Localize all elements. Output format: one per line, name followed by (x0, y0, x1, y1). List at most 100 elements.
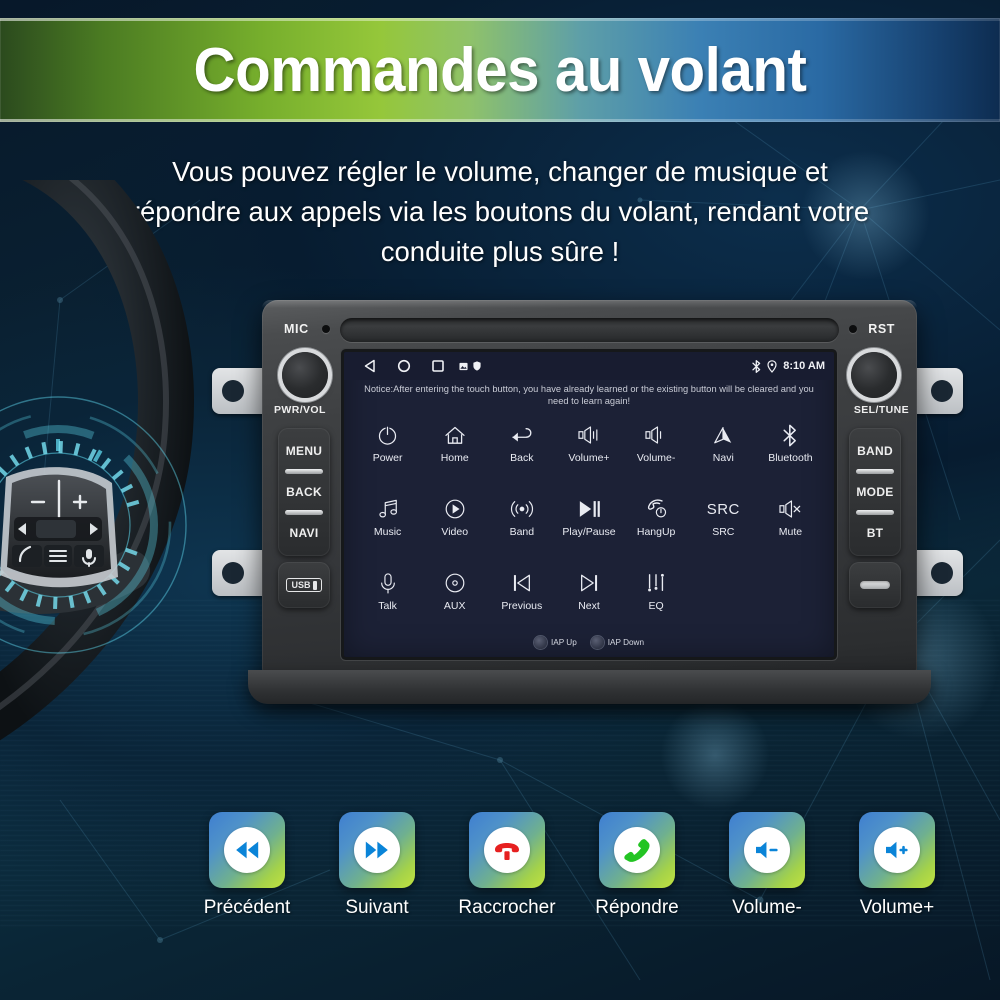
legend-label: Volume+ (859, 897, 935, 918)
iap-down-label: IAP Down (607, 638, 645, 647)
power-volume-knob[interactable] (282, 352, 328, 398)
button-hangup[interactable]: HangUp (623, 489, 690, 563)
hangup-phone-icon (644, 496, 668, 522)
button-video[interactable]: Video (421, 489, 488, 563)
status-bar-tray (459, 361, 481, 371)
status-bar-nav-group (353, 359, 481, 373)
button-volume-down[interactable]: Volume- (623, 415, 690, 489)
back-button[interactable]: BACK (278, 475, 330, 509)
button-label: Home (440, 452, 469, 464)
bracket-hole (222, 562, 244, 584)
volume-down-icon (756, 841, 778, 859)
function-button-grid: Power Home Back Volume+ Volume- Navi Blu… (344, 409, 834, 637)
back-arrow-icon (510, 422, 534, 448)
menu-button[interactable]: MENU (278, 434, 330, 468)
touchscreen-display[interactable]: 8:10 AM Notice:After entering the touch … (344, 352, 834, 657)
button-talk[interactable]: Talk (354, 563, 421, 637)
button-label: Volume+ (568, 452, 610, 464)
select-tune-knob-label: SEL/TUNE (853, 404, 909, 416)
legend-tile[interactable] (209, 812, 285, 888)
left-button-stack: MENU BACK NAVI (278, 428, 330, 556)
button-next[interactable]: Next (555, 563, 622, 637)
legend-item-hangup[interactable]: Raccrocher (458, 812, 556, 919)
button-volume-up[interactable]: Volume+ (555, 415, 622, 489)
button-band[interactable]: Band (488, 489, 555, 563)
button-divider (285, 469, 323, 474)
legend-tile[interactable] (859, 812, 935, 888)
rewind-icon (236, 841, 259, 859)
disc-slot[interactable] (340, 318, 839, 342)
volume-up-icon (577, 422, 601, 448)
bluetooth-icon (782, 422, 798, 448)
button-navi[interactable]: Navi (690, 415, 757, 489)
reset-pinhole-icon[interactable] (849, 325, 857, 333)
legend-item-next[interactable]: Suivant (330, 812, 424, 919)
reset-label: RST (868, 322, 895, 336)
legend-item-previous[interactable]: Précédent (200, 812, 294, 919)
button-power[interactable]: Power (354, 415, 421, 489)
legend-tile[interactable] (729, 812, 805, 888)
answer-phone-icon (624, 839, 650, 862)
iap-down-dot-icon (590, 636, 604, 649)
title-banner: Commandes au volant (0, 18, 1000, 122)
button-home[interactable]: Home (421, 415, 488, 489)
button-label: Band (509, 526, 535, 538)
memory-card-slot[interactable] (849, 562, 901, 608)
volume-down-icon (644, 422, 668, 448)
hangup-phone-icon (495, 842, 519, 860)
mode-button[interactable]: MODE (849, 475, 901, 509)
legend-tile[interactable] (469, 812, 545, 888)
stereo-chassis: MIC RST PWR/VOL SEL/TUNE MENU BACK NAVI … (248, 300, 931, 704)
home-circle-icon[interactable] (387, 359, 421, 373)
button-label: Talk (378, 600, 397, 612)
button-mute[interactable]: Mute (757, 489, 824, 563)
recents-square-icon[interactable] (421, 359, 455, 373)
legend-item-answer[interactable]: Répondre (590, 812, 684, 919)
button-back[interactable]: Back (488, 415, 555, 489)
android-status-bar: 8:10 AM (344, 352, 834, 380)
navigation-arrow-icon (712, 422, 734, 448)
button-previous[interactable]: Previous (488, 563, 555, 637)
radio-wave-icon (510, 496, 534, 522)
bt-button[interactable]: BT (849, 516, 901, 550)
legend-item-volume-down[interactable]: Volume- (720, 812, 814, 919)
legend-tile[interactable] (339, 812, 415, 888)
icon-puck (354, 827, 400, 873)
button-label: Navi (712, 452, 734, 464)
button-divider (285, 510, 323, 515)
button-src[interactable]: SRC SRC (690, 489, 757, 563)
band-button[interactable]: BAND (849, 434, 901, 468)
select-tune-knob[interactable] (851, 352, 897, 398)
background-glow (660, 700, 770, 810)
usb-button[interactable]: USB (278, 562, 330, 608)
button-play-pause[interactable]: Play/Pause (555, 489, 622, 563)
button-label: SRC (712, 526, 735, 538)
button-eq[interactable]: EQ (623, 563, 690, 637)
next-track-icon (578, 570, 600, 596)
button-label: HangUp (636, 526, 676, 538)
function-row: Power Home Back Volume+ Volume- Navi Blu… (354, 415, 824, 489)
button-bluetooth[interactable]: Bluetooth (757, 415, 824, 489)
legend-item-volume-up[interactable]: Volume+ (850, 812, 944, 919)
icon-puck (874, 827, 920, 873)
button-label: Bluetooth (768, 452, 813, 464)
button-label: Mute (778, 526, 803, 538)
iap-up-indicator[interactable]: IAP Up (533, 636, 577, 649)
icon-puck (614, 827, 660, 873)
button-slot-empty (757, 563, 824, 637)
music-note-icon (377, 496, 399, 522)
power-volume-knob-label: PWR/VOL (274, 404, 326, 416)
src-icon-text: SRC (706, 500, 740, 518)
legend-tile[interactable] (599, 812, 675, 888)
iap-down-indicator[interactable]: IAP Down (590, 636, 645, 649)
button-aux[interactable]: AUX (421, 563, 488, 637)
back-triangle-icon[interactable] (353, 359, 387, 373)
button-divider (856, 469, 894, 474)
button-music[interactable]: Music (354, 489, 421, 563)
chassis-top-highlight (262, 300, 917, 308)
button-label: Video (441, 526, 469, 538)
navi-button[interactable]: NAVI (278, 516, 330, 550)
status-bar-clock: 8:10 AM (783, 360, 825, 372)
volume-up-icon (886, 841, 908, 859)
car-stereo-head-unit: MIC RST PWR/VOL SEL/TUNE MENU BACK NAVI … (200, 290, 975, 704)
